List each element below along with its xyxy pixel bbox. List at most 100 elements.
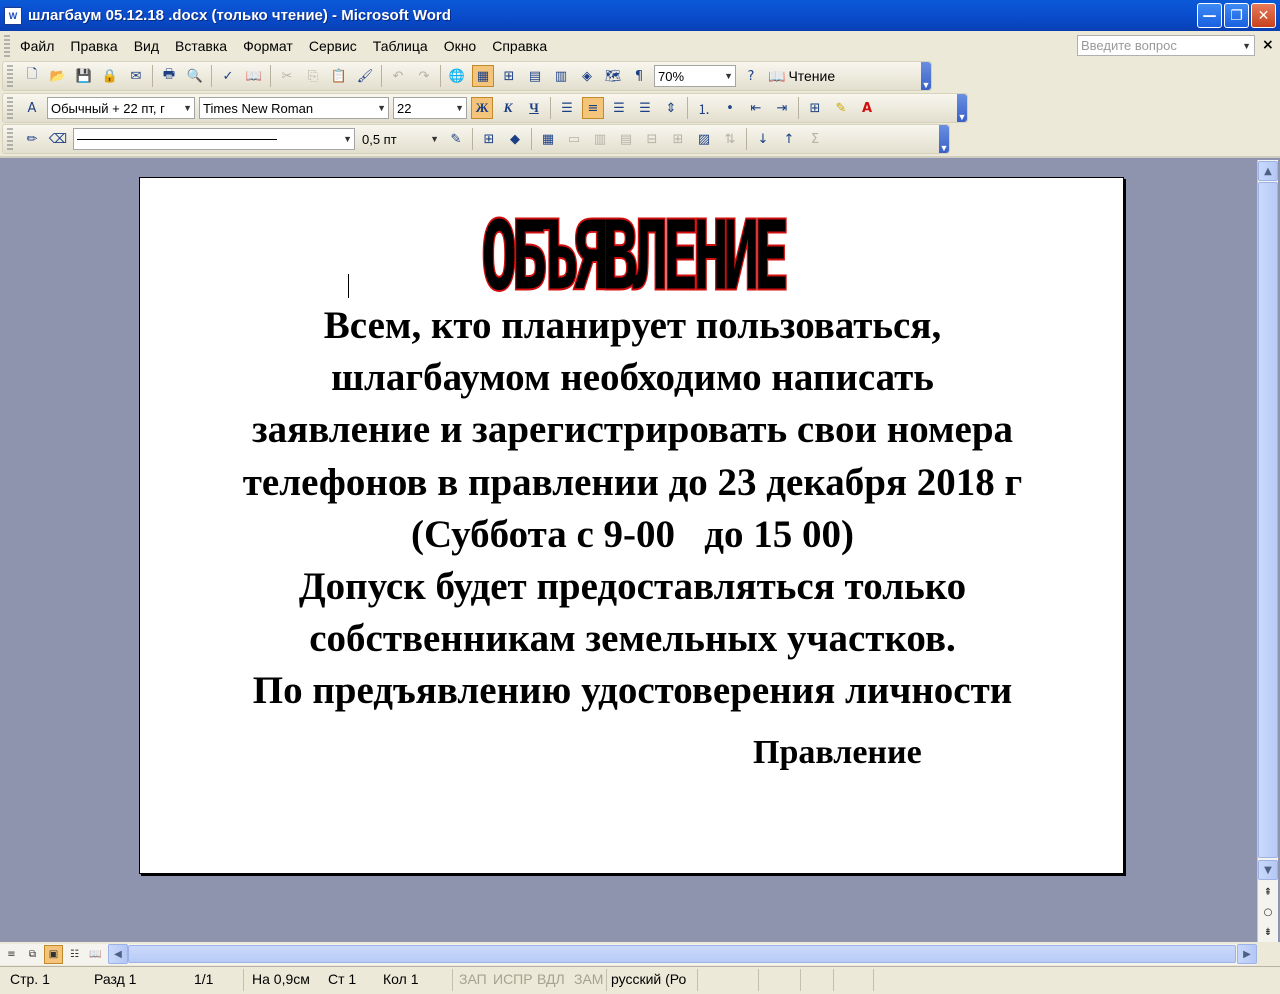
line-spacing-icon[interactable]: ⇕ (660, 97, 682, 119)
reading-layout-icon[interactable]: 📖 (86, 945, 105, 964)
align-center-icon[interactable]: ≡ (582, 97, 604, 119)
menu-tools[interactable]: Сервис (301, 38, 365, 54)
sort-descending-icon[interactable]: ↑ (778, 128, 800, 150)
horizontal-scroll-thumb[interactable] (128, 945, 1236, 963)
print-preview-icon[interactable]: 🔍 (184, 65, 206, 87)
justify-icon[interactable]: ☰ (634, 97, 656, 119)
outline-view-icon[interactable]: ☷ (65, 945, 84, 964)
menu-file[interactable]: Файл (16, 38, 62, 54)
menu-format[interactable]: Формат (235, 38, 301, 54)
menu-edit[interactable]: Правка (62, 38, 125, 54)
drawing-icon[interactable]: ◈ (576, 65, 598, 87)
font-color-icon[interactable]: A (856, 97, 878, 119)
toolbar-grip[interactable] (7, 97, 13, 119)
minimize-button[interactable]: — (1197, 3, 1222, 28)
status-extend[interactable]: ВДЛ (537, 971, 565, 987)
redo-icon[interactable]: ↷ (413, 65, 435, 87)
maximize-button[interactable]: ❐ (1224, 3, 1249, 28)
toolbar-options-icon[interactable]: ▼ (957, 94, 967, 122)
previous-page-icon[interactable]: ⇞ (1258, 882, 1278, 902)
columns-icon[interactable]: ▥ (550, 65, 572, 87)
menu-insert[interactable]: Вставка (167, 38, 235, 54)
italic-button[interactable]: К (497, 97, 519, 119)
ask-question-input[interactable]: Введите вопрос ▼ (1077, 35, 1255, 56)
document-map-icon[interactable]: 🗺 (602, 65, 624, 87)
normal-view-icon[interactable]: ≡ (2, 945, 21, 964)
borders-icon[interactable]: ⊞ (804, 97, 826, 119)
status-overtype[interactable]: ЗАМ (574, 971, 603, 987)
word-app-icon[interactable]: W (4, 6, 22, 25)
horizontal-scrollbar[interactable]: ≡ ⧉ ▣ ☷ 📖 ◀ ▶ (0, 944, 1257, 965)
scroll-down-icon[interactable]: ▼ (1258, 860, 1278, 880)
next-page-icon[interactable]: ⇟ (1258, 922, 1278, 942)
status-track-changes[interactable]: ИСПР (493, 971, 533, 987)
status-record-macro[interactable]: ЗАП (459, 971, 487, 987)
text-direction-icon[interactable]: ⇅ (719, 128, 741, 150)
print-layout-icon[interactable]: ▣ (44, 945, 63, 964)
styles-icon[interactable]: A (21, 97, 43, 119)
zoom-select[interactable]: 70% ▼ (654, 65, 736, 87)
chevron-down-icon[interactable]: ▼ (1242, 41, 1251, 51)
underline-button[interactable]: Ч (523, 97, 545, 119)
vertical-scroll-thumb[interactable] (1258, 182, 1278, 858)
autosum-icon[interactable]: Σ (804, 128, 826, 150)
web-layout-icon[interactable]: ⧉ (23, 945, 42, 964)
reading-button[interactable]: 📖 Чтение (768, 68, 835, 85)
toolbar-options-icon[interactable]: ▼ (939, 125, 949, 153)
decrease-indent-icon[interactable]: ⇤ (745, 97, 767, 119)
toolbar-options-icon[interactable]: ▼ (921, 62, 931, 90)
document-page[interactable]: ОБЪЯВЛЕНИЕ Всем, кто планирует пользоват… (139, 177, 1124, 874)
toolbar-grip[interactable] (7, 128, 13, 150)
line-weight-select[interactable]: 0,5 пт ▼ (359, 128, 441, 150)
hyperlink-icon[interactable]: 🌐 (446, 65, 468, 87)
copy-icon[interactable]: ⎘ (302, 65, 324, 87)
cut-icon[interactable]: ✂ (276, 65, 298, 87)
vertical-scrollbar[interactable]: ▲ ▼ ⇞ ○ ⇟ (1257, 160, 1278, 942)
menu-table[interactable]: Таблица (365, 38, 436, 54)
close-button[interactable]: ✕ (1251, 3, 1276, 28)
chevron-down-icon[interactable]: ▼ (183, 103, 192, 113)
undo-icon[interactable]: ↶ (387, 65, 409, 87)
bullets-icon[interactable]: • (719, 97, 741, 119)
chevron-down-icon[interactable]: ▼ (455, 103, 464, 113)
font-size-select[interactable]: 22 ▼ (393, 97, 467, 119)
font-select[interactable]: Times New Roman ▼ (199, 97, 389, 119)
scroll-up-icon[interactable]: ▲ (1258, 161, 1278, 181)
align-cell-icon[interactable]: ▤ (615, 128, 637, 150)
scroll-left-icon[interactable]: ◀ (108, 944, 128, 964)
style-select[interactable]: Обычный + 22 пт, г ▼ (47, 97, 195, 119)
format-painter-icon[interactable]: 🖌 (354, 65, 376, 87)
bold-button[interactable]: Ж (471, 97, 493, 119)
distribute-rows-icon[interactable]: ⊟ (641, 128, 663, 150)
merge-cells-icon[interactable]: ▭ (563, 128, 585, 150)
insert-table-icon[interactable]: ⊞ (498, 65, 520, 87)
chevron-down-icon[interactable]: ▼ (430, 134, 439, 144)
align-right-icon[interactable]: ☰ (608, 97, 630, 119)
menu-help[interactable]: Справка (484, 38, 555, 54)
save-icon[interactable]: 💾 (73, 65, 95, 87)
document-close-button[interactable]: × (1262, 37, 1274, 53)
print-icon[interactable]: 🖶 (158, 65, 180, 87)
highlight-icon[interactable]: ✎ (830, 97, 852, 119)
help-icon[interactable]: ? (740, 65, 762, 87)
table-autoformat-icon[interactable]: ▨ (693, 128, 715, 150)
insert-table-icon[interactable]: ▦ (537, 128, 559, 150)
email-icon[interactable]: ✉ (125, 65, 147, 87)
outside-border-icon[interactable]: ⊞ (478, 128, 500, 150)
distribute-columns-icon[interactable]: ⊞ (667, 128, 689, 150)
split-cells-icon[interactable]: ▥ (589, 128, 611, 150)
research-icon[interactable]: 📖 (243, 65, 265, 87)
permission-icon[interactable]: 🔒 (99, 65, 121, 87)
border-color-icon[interactable]: ✎ (445, 128, 467, 150)
toolbar-grip[interactable] (7, 65, 13, 87)
menu-window[interactable]: Окно (436, 38, 485, 54)
spelling-icon[interactable]: ✓ (217, 65, 239, 87)
tables-borders-icon[interactable]: ▦ (472, 65, 494, 87)
insert-excel-icon[interactable]: ▤ (524, 65, 546, 87)
chevron-down-icon[interactable]: ▼ (724, 71, 733, 81)
select-browse-object-icon[interactable]: ○ (1258, 902, 1278, 922)
sort-ascending-icon[interactable]: ↓ (752, 128, 774, 150)
eraser-icon[interactable]: ⌫ (47, 128, 69, 150)
show-hide-icon[interactable]: ¶ (628, 65, 650, 87)
menu-view[interactable]: Вид (126, 38, 167, 54)
